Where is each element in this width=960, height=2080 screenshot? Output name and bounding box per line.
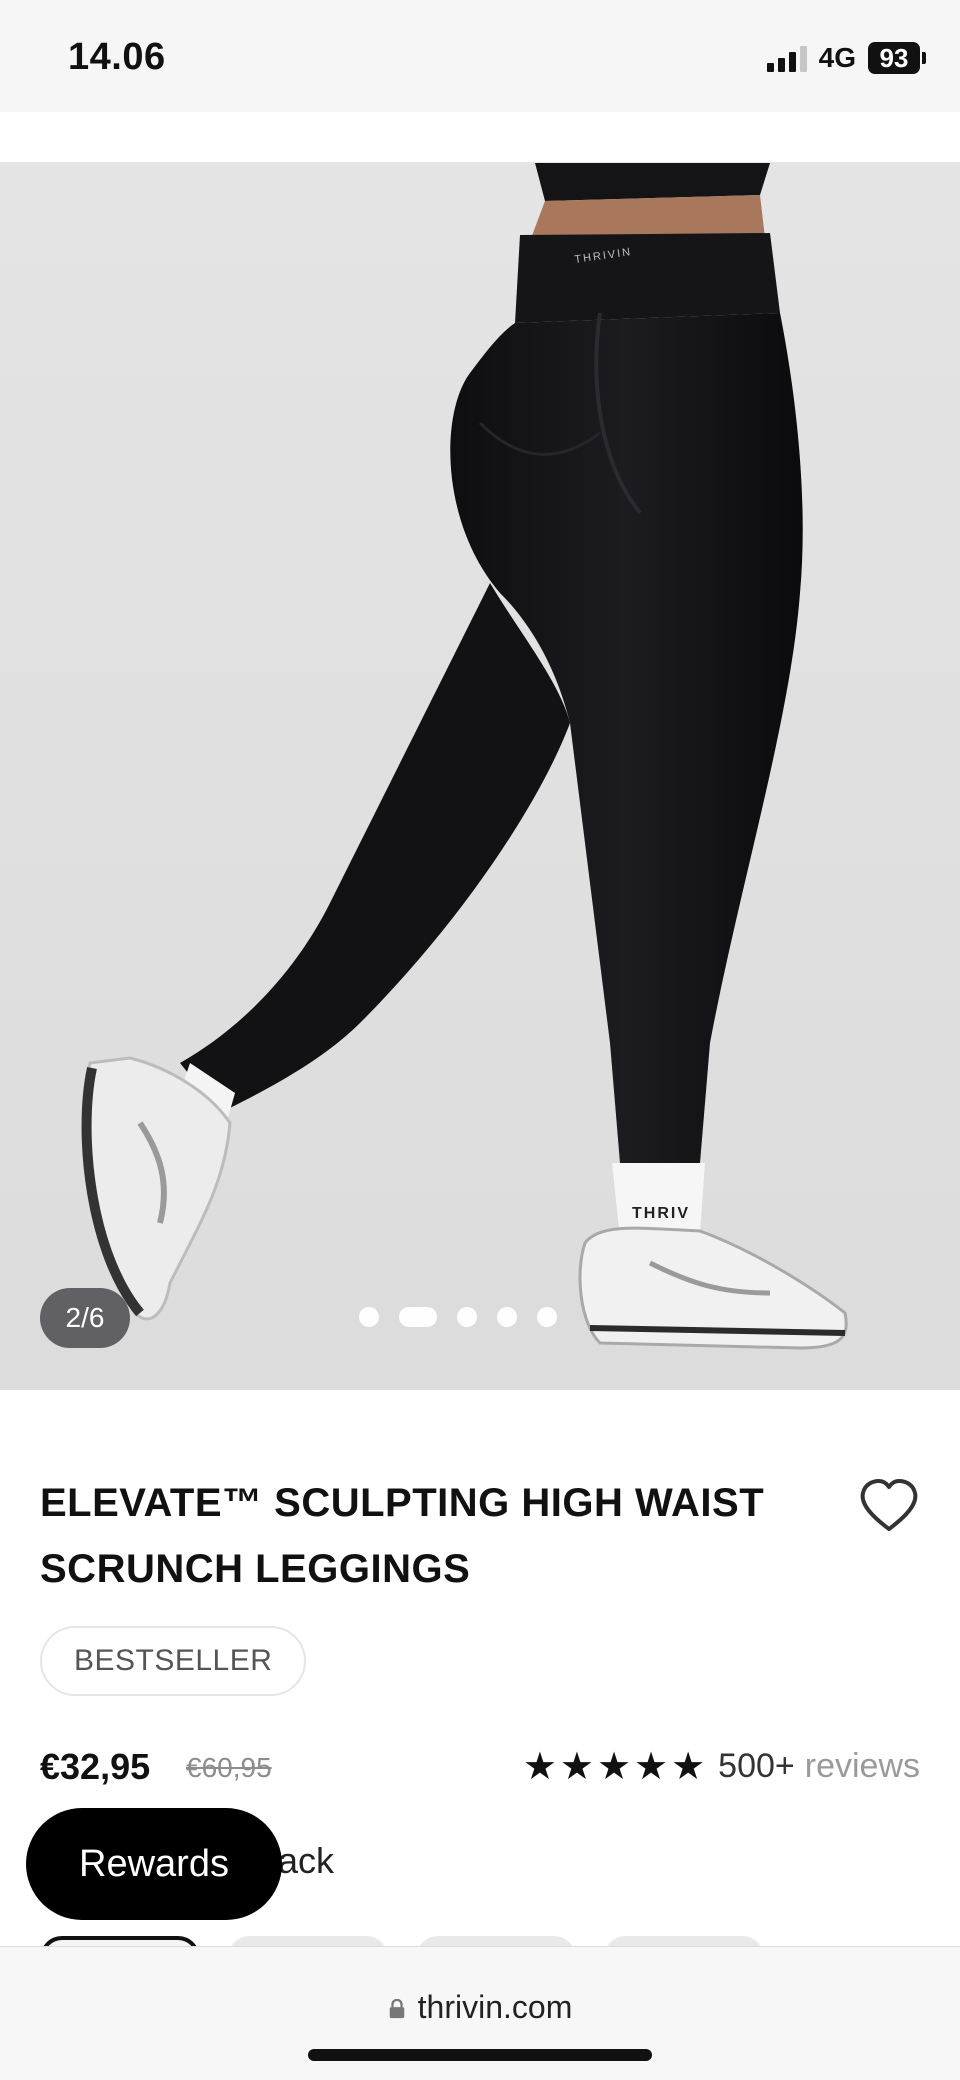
gallery-dot[interactable] [537,1307,557,1327]
gallery-dot[interactable] [359,1307,379,1327]
rewards-button[interactable]: Rewards [26,1808,282,1920]
svg-text:THRIV: THRIV [632,1205,690,1222]
battery-icon: 93 [868,42,926,74]
heart-icon [860,1479,918,1531]
current-price: €32,95 [40,1746,151,1787]
original-price: €60,95 [186,1752,272,1783]
gallery-dot[interactable] [497,1307,517,1327]
bestseller-badge: BESTSELLER [40,1626,307,1696]
product-image-gallery[interactable]: THRIVIN THRIV [0,163,960,1390]
signal-icon [766,44,807,72]
product-rating[interactable]: ★★★★★ 500+ reviews [523,1744,920,1789]
gallery-pagination[interactable] [359,1307,557,1327]
url-text: thrivin.com [417,1989,573,2025]
status-indicators: 4G 93 [766,42,926,74]
image-counter: 2/6 [40,1288,130,1348]
wishlist-button[interactable] [858,1478,920,1534]
home-indicator [308,2049,652,2061]
reviews-link[interactable]: reviews [805,1747,920,1786]
lock-icon [389,1998,404,2018]
page-header-strip [0,112,960,163]
leggings-photo: THRIVIN THRIV [0,163,960,1390]
gallery-dot[interactable] [457,1307,477,1327]
browser-address-bar[interactable]: thrivin.com [0,1946,960,2080]
star-rating-icon: ★★★★★ [522,1746,709,1788]
url-display[interactable]: thrivin.com [0,1989,960,2026]
review-count: 500+ [718,1747,795,1785]
gallery-dot-active[interactable] [399,1307,437,1327]
product-title: ELEVATE™ SCULPTING HIGH WAIST SCRUNCH LE… [40,1481,765,1591]
network-type: 4G [818,42,856,73]
battery-level: 93 [868,42,920,74]
status-bar: 14.06 4G 93 [0,0,960,112]
status-time: 14.06 [68,36,166,78]
